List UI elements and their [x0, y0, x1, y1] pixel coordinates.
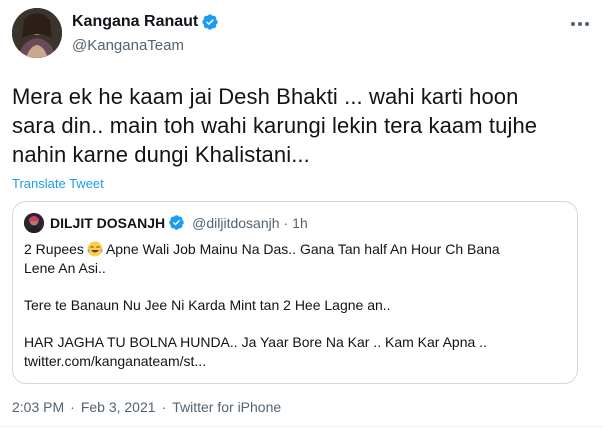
tweet-metadata: 2:03 PM · Feb 3, 2021 · Twitter for iPho…	[12, 399, 281, 415]
divider	[0, 426, 603, 427]
tweet-text: Mera ek he kaam jai Desh Bhakti ... wahi…	[12, 82, 597, 169]
quoted-text-line: HAR JAGHA TU BOLNA HUNDA.. Ja Yaar Bore …	[24, 334, 487, 350]
quoted-tweet-text: 2 Rupees Apne Wali Job Mainu Na Das.. Gan…	[24, 240, 569, 371]
tweet-source-link[interactable]: Twitter for iPhone	[172, 399, 281, 415]
tweet-text-line: sara din.. main toh wahi karungi lekin t…	[12, 113, 538, 138]
tweet-text-line: Mera ek he kaam jai Desh Bhakti ... wahi…	[12, 84, 519, 109]
quoted-tweet-time: 1h	[292, 215, 308, 231]
quoted-text-fragment: Apne Wali Job Mainu Na Das.. Gana Tan ha…	[105, 241, 500, 257]
quoted-tweet-header: DILJIT DOSANJH @diljitdosanjh · 1h	[24, 212, 308, 234]
separator-dot: ·	[161, 399, 167, 415]
quoted-tweet-link[interactable]: twitter.com/kanganateam/st...	[24, 352, 569, 371]
quoted-author-display-name: DILJIT DOSANJH	[50, 215, 166, 231]
author-avatar[interactable]	[12, 8, 62, 58]
author-info: Kangana Ranaut @KanganaTeam	[72, 12, 219, 56]
tweet-time[interactable]: 2:03 PM	[12, 399, 64, 415]
quoted-author-avatar	[24, 213, 44, 233]
translate-tweet-link[interactable]: Translate Tweet	[12, 176, 104, 191]
quoted-tweet[interactable]: DILJIT DOSANJH @diljitdosanjh · 1h 2 Rup…	[12, 201, 578, 384]
separator-dot: ·	[283, 215, 289, 231]
quoted-text-fragment: 2 Rupees	[24, 241, 84, 257]
quoted-author-handle: @diljitdosanjh	[192, 215, 280, 231]
verified-badge-icon	[168, 214, 186, 232]
tweet-date[interactable]: Feb 3, 2021	[81, 399, 156, 415]
tweet-text-line: nahin karne dungi Khalistani...	[12, 142, 310, 167]
more-options-icon[interactable]	[567, 14, 593, 34]
quoted-text-line: Tere te Banaun Nu Jee Ni Karda Mint tan …	[24, 297, 391, 313]
author-display-name[interactable]: Kangana Ranaut	[72, 12, 198, 32]
verified-badge-icon	[201, 13, 219, 31]
quoted-text-line: Lene An Asi..	[24, 260, 106, 276]
author-handle[interactable]: @KanganaTeam	[72, 36, 219, 56]
quoted-text-line: 2 Rupees Apne Wali Job Mainu Na Das.. Gan…	[24, 240, 569, 259]
tweet-header: Kangana Ranaut @KanganaTeam	[12, 8, 595, 64]
separator-dot: ·	[70, 399, 75, 415]
laughing-tears-emoji-icon	[87, 241, 103, 257]
